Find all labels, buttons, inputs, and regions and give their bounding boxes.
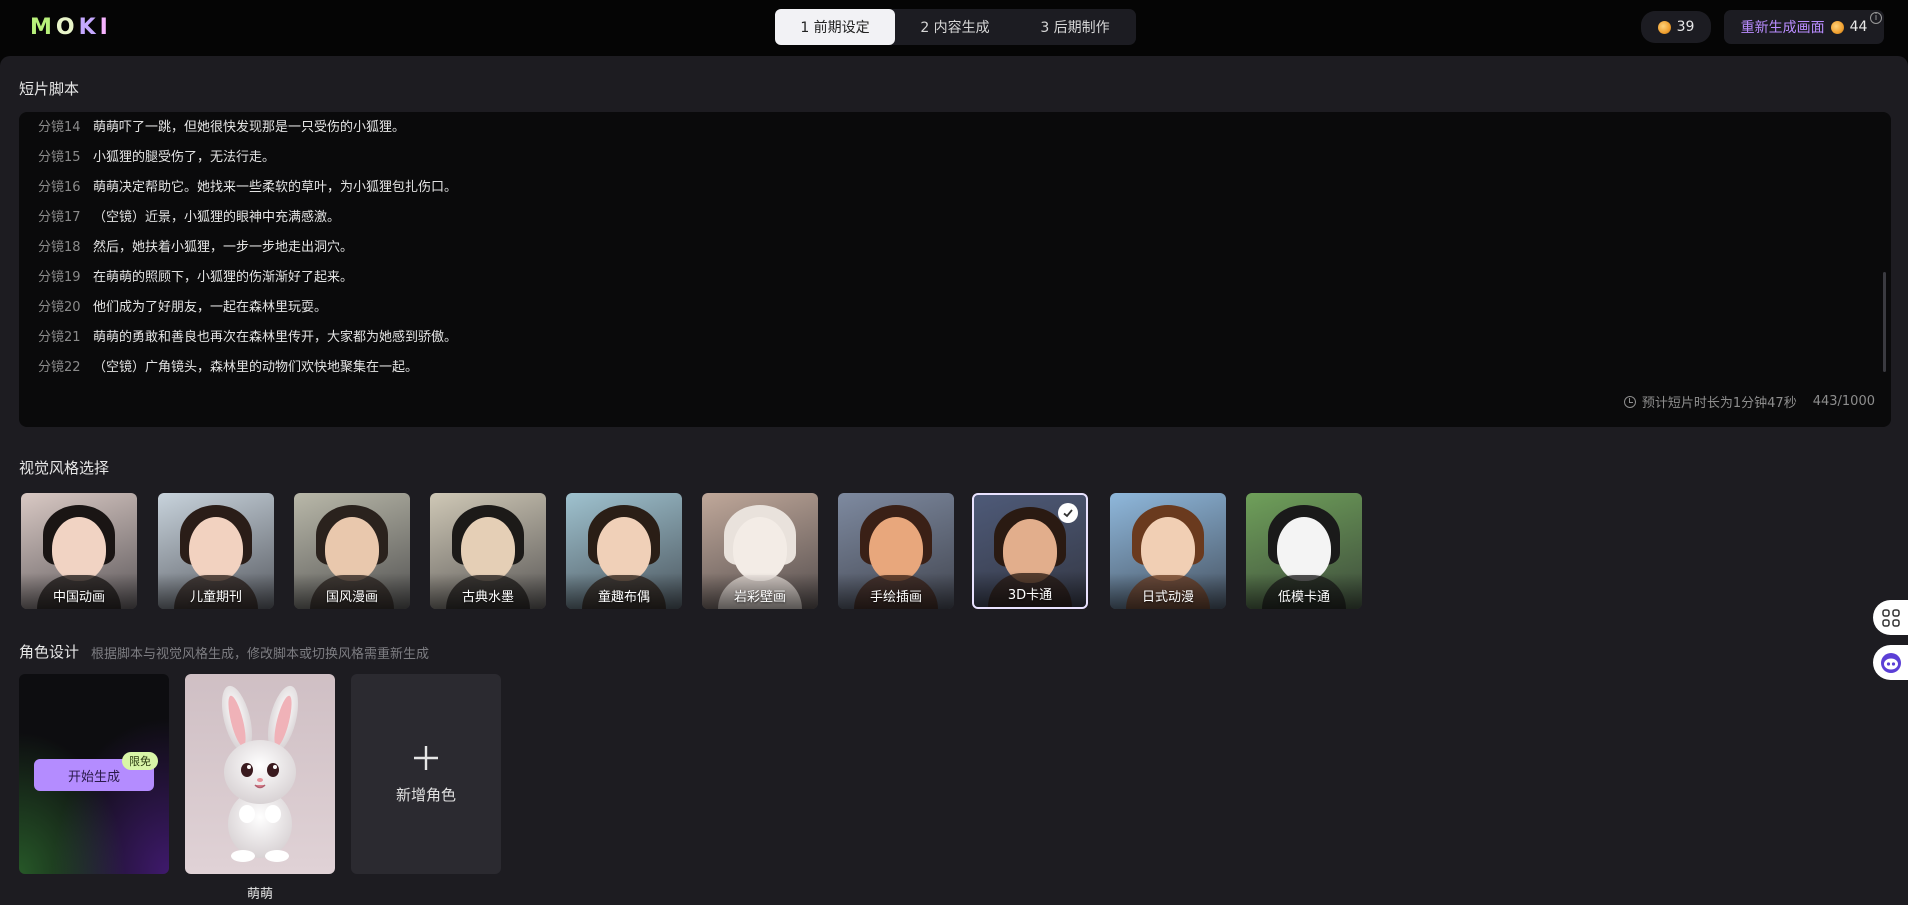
character-face — [869, 517, 923, 581]
add-character-label: 新增角色 — [395, 785, 456, 804]
style-label: 低模卡通 — [1277, 590, 1330, 605]
style-label: 儿童期刊 — [189, 590, 242, 605]
character-face — [733, 517, 787, 581]
shot-number: 分镜20 — [38, 299, 81, 315]
character-section-title: 角色设计 — [19, 643, 80, 661]
script-textarea[interactable]: 分镜14 萌萌吓了一跳，但她很快发现那是一只受伤的小狐狸。 分镜15 小狐狸的腿受伤了… — [19, 112, 1891, 427]
script-line[interactable]: 分镜22 （空镜）广角镜头，森林里的动物们欢快地聚集在一起。 — [38, 355, 418, 375]
shot-text: （空镜）广角镜头，森林里的动物们欢快地聚集在一起。 — [93, 359, 419, 375]
free-badge: 限免 — [122, 752, 158, 770]
shot-number: 分镜17 — [38, 209, 81, 225]
tab-step-1[interactable]: 1 前期设定 — [775, 9, 895, 45]
style-option[interactable]: 手绘插画 — [838, 493, 954, 609]
shot-number: 分镜22 — [38, 359, 81, 375]
shot-number: 分镜19 — [38, 269, 81, 285]
script-line[interactable]: 分镜17 （空镜）近景，小狐狸的眼神中充满感激。 — [38, 205, 340, 225]
grid-icon — [1881, 608, 1900, 627]
regenerate-label: 重新生成画面 — [1740, 20, 1825, 36]
step-tabs: 1 前期设定 2 内容生成 3 后期制作 — [775, 9, 1136, 45]
script-section-title: 短片脚本 — [19, 80, 80, 98]
script-char-count: 443/1000 — [1812, 394, 1875, 409]
coin-icon — [1657, 20, 1671, 34]
top-bar: M O K I 1 前期设定 2 内容生成 3 后期制作 39 重新生成画面 4… — [0, 0, 1908, 56]
shot-number: 分镜16 — [38, 179, 81, 195]
script-line[interactable]: 分镜21 萌萌的勇敢和善良也再次在森林里传开，大家都为她感到骄傲。 — [38, 325, 457, 345]
moki-logo[interactable]: M O K I — [30, 14, 109, 40]
assistant-face-icon — [1880, 652, 1901, 673]
add-character-button[interactable]: 新增角色 — [351, 674, 501, 874]
shot-text: 萌萌吓了一跳，但她很快发现那是一只受伤的小狐狸。 — [93, 119, 406, 135]
script-line[interactable]: 分镜15 小狐狸的腿受伤了，无法行走。 — [38, 145, 275, 165]
style-label: 中国动画 — [52, 590, 105, 605]
character-hint: 根据脚本与视觉风格生成，修改脚本或切换风格需重新生成 — [91, 647, 430, 662]
style-section-title: 视觉风格选择 — [19, 459, 110, 477]
style-option[interactable]: 国风漫画 — [294, 493, 410, 609]
script-line[interactable]: 分镜18 然后，她扶着小狐狸，一步一步地走出洞穴。 — [38, 235, 353, 255]
assistant-button[interactable] — [1873, 645, 1908, 680]
shot-text: 在萌萌的照顾下，小狐狸的伤渐渐好了起来。 — [93, 269, 354, 285]
shot-number: 分镜15 — [38, 149, 81, 165]
shot-text: （空镜）近景，小狐狸的眼神中充满感激。 — [93, 209, 341, 225]
character-face — [1141, 517, 1195, 581]
character-face — [597, 517, 651, 581]
script-line[interactable]: 分镜14 萌萌吓了一跳，但她很快发现那是一只受伤的小狐狸。 — [38, 115, 405, 135]
style-label: 岩彩壁画 — [733, 590, 786, 605]
script-meta: 预计短片时长为1分钟47秒 443/1000 — [1623, 392, 1875, 411]
coin-icon — [1830, 20, 1844, 34]
script-line[interactable]: 分镜16 萌萌决定帮助它。她找来一些柔软的草叶，为小狐狸包扎伤口。 — [38, 175, 457, 195]
plus-icon — [414, 745, 438, 770]
style-label: 手绘插画 — [869, 590, 922, 605]
check-icon — [1058, 503, 1078, 523]
shot-text: 萌萌的勇敢和善良也再次在森林里传开，大家都为她感到骄傲。 — [93, 329, 458, 345]
character-face — [189, 517, 243, 581]
regenerate-cost: 44 — [1849, 19, 1868, 35]
style-option[interactable]: 中国动画 — [21, 493, 137, 609]
shot-number: 分镜21 — [38, 329, 81, 345]
shot-text: 他们成为了好朋友，一起在森林里玩耍。 — [93, 299, 328, 315]
shot-text: 然后，她扶着小狐狸，一步一步地走出洞穴。 — [93, 239, 354, 255]
points-badge[interactable]: 39 — [1641, 11, 1711, 43]
character-face — [52, 517, 106, 581]
generate-character-card: 开始生成 限免 — [19, 674, 169, 874]
regenerate-button[interactable]: 重新生成画面 44 — [1724, 10, 1884, 44]
style-option[interactable]: 低模卡通 — [1246, 493, 1362, 609]
points-value: 39 — [1676, 19, 1695, 35]
bunny-illustration — [221, 685, 299, 862]
style-label: 古典水墨 — [461, 590, 514, 605]
style-option[interactable]: 古典水墨 — [430, 493, 546, 609]
style-label: 童趣布偶 — [597, 590, 650, 605]
shot-number: 分镜14 — [38, 119, 81, 135]
tab-step-3[interactable]: 3 后期制作 — [1015, 9, 1135, 45]
style-option[interactable]: 岩彩壁画 — [702, 493, 818, 609]
script-scrollbar[interactable] — [1883, 272, 1886, 372]
character-face — [461, 517, 515, 581]
style-label: 日式动漫 — [1141, 590, 1194, 605]
character-card-bunny[interactable] — [185, 674, 335, 874]
info-icon[interactable]: i — [1870, 12, 1882, 24]
script-duration: 预计短片时长为1分钟47秒 — [1641, 396, 1797, 411]
style-option[interactable]: 3D卡通 — [972, 493, 1088, 609]
character-face — [1277, 517, 1331, 581]
apps-grid-button[interactable] — [1873, 600, 1908, 635]
style-option[interactable]: 日式动漫 — [1110, 493, 1226, 609]
shot-number: 分镜18 — [38, 239, 81, 255]
shot-text: 小狐狸的腿受伤了，无法行走。 — [93, 149, 276, 165]
tab-step-2[interactable]: 2 内容生成 — [895, 9, 1015, 45]
style-label: 国风漫画 — [325, 590, 378, 605]
character-face — [325, 517, 379, 581]
script-line[interactable]: 分镜19 在萌萌的照顾下，小狐狸的伤渐渐好了起来。 — [38, 265, 353, 285]
script-line[interactable]: 分镜20 他们成为了好朋友，一起在森林里玩耍。 — [38, 295, 327, 315]
style-option[interactable]: 童趣布偶 — [566, 493, 682, 609]
style-option[interactable]: 儿童期刊 — [158, 493, 274, 609]
clock-icon — [1623, 395, 1636, 408]
style-label: 3D卡通 — [1007, 588, 1053, 603]
character-name: 萌萌 — [246, 887, 273, 902]
shot-text: 萌萌决定帮助它。她找来一些柔软的草叶，为小狐狸包扎伤口。 — [93, 179, 458, 195]
